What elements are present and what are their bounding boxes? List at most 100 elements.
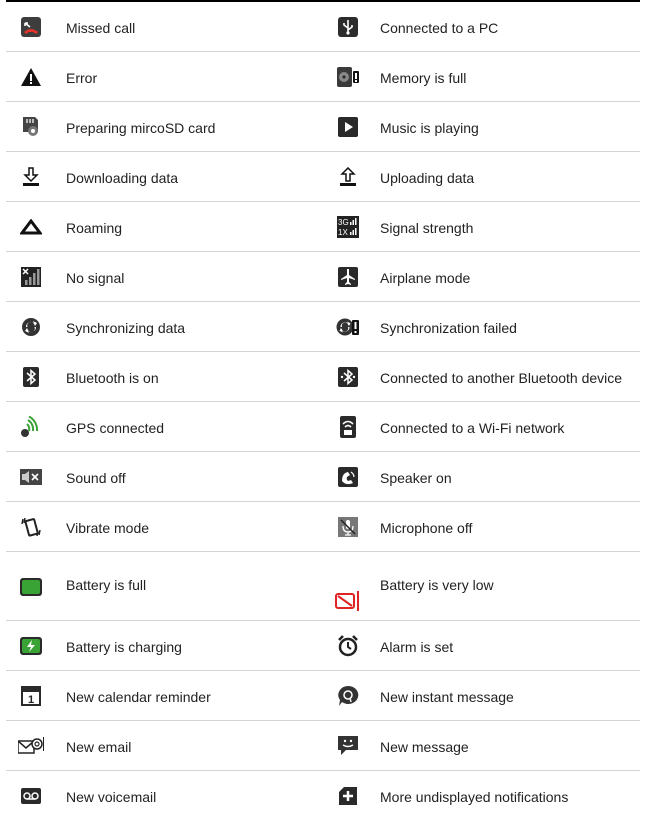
table-row: Sound off Speaker on xyxy=(6,452,640,502)
bluetooth-connected-icon xyxy=(325,352,371,402)
table-cell: Bluetooth is on xyxy=(6,352,323,401)
row-label: Roaming xyxy=(66,220,123,236)
row-label: Preparing mircoSD card xyxy=(66,120,216,136)
table-cell: Connected to another Bluetooth device xyxy=(323,352,640,401)
table-row: 1 New calendar reminder New instant mess… xyxy=(6,671,640,721)
battery-full-icon xyxy=(8,552,54,621)
table-cell: Roaming xyxy=(6,202,323,251)
signal-strength-icon: 3G 1X xyxy=(325,202,371,252)
row-label: Missed call xyxy=(66,20,136,36)
message-icon xyxy=(325,721,371,771)
table-cell: Sound off xyxy=(6,452,323,501)
row-label: Battery is full xyxy=(66,577,147,593)
table-row: No signal Airplane mode xyxy=(6,252,640,302)
sound-off-icon xyxy=(8,452,54,502)
calendar-icon: 1 xyxy=(8,671,54,721)
table-cell: No signal xyxy=(6,252,323,301)
table-row: Battery is full Battery is very low xyxy=(6,552,640,621)
wifi-icon xyxy=(325,402,371,452)
row-label: Synchronizing data xyxy=(66,320,186,336)
table-cell: Battery is full xyxy=(6,552,323,620)
table-cell: Vibrate mode xyxy=(6,502,323,551)
row-label: Connected to another Bluetooth device xyxy=(380,370,623,386)
speaker-icon xyxy=(325,452,371,502)
table-cell: New voicemail xyxy=(6,771,323,821)
sd-card-prepare-icon xyxy=(8,102,54,152)
table-row: Synchronizing data Synchronization faile… xyxy=(6,302,640,352)
table-cell: Speaker on xyxy=(323,452,640,501)
table-cell: Battery is very low xyxy=(323,552,640,620)
table-cell: Connected to a Wi-Fi network xyxy=(323,402,640,451)
table-cell: Airplane mode xyxy=(323,252,640,301)
table-cell: Microphone off xyxy=(323,502,640,551)
table-cell: Synchronizing data xyxy=(6,302,323,351)
battery-charging-icon xyxy=(8,621,54,671)
row-label: Battery is very low xyxy=(380,577,494,593)
row-label: Downloading data xyxy=(66,170,179,186)
table-cell: Battery is charging xyxy=(6,621,323,670)
more-notifications-icon xyxy=(325,771,371,821)
row-label: New email xyxy=(66,739,132,755)
sync-icon xyxy=(8,302,54,352)
memory-full-icon xyxy=(325,52,371,102)
row-label: New voicemail xyxy=(66,789,157,805)
table-cell: Connected to a PC xyxy=(323,2,640,51)
usb-icon xyxy=(325,2,371,52)
table-cell: GPS connected xyxy=(6,402,323,451)
gps-icon xyxy=(8,402,54,452)
bluetooth-icon xyxy=(8,352,54,402)
table-row: Roaming 3G 1X Signal strength xyxy=(6,202,640,252)
table-cell: Downloading data xyxy=(6,152,323,201)
email-icon xyxy=(8,721,54,771)
airplane-icon xyxy=(325,252,371,302)
row-label: Airplane mode xyxy=(380,270,471,286)
row-label: More undisplayed notifications xyxy=(380,789,569,805)
table-cell: 3G 1X Signal strength xyxy=(323,202,640,251)
row-label: Battery is charging xyxy=(66,639,182,655)
row-label: Vibrate mode xyxy=(66,520,150,536)
sync-failed-icon xyxy=(325,302,371,352)
table-row: New voicemail More undisplayed notificat… xyxy=(6,771,640,821)
table-cell: Memory is full xyxy=(323,52,640,101)
row-label: GPS connected xyxy=(66,420,165,436)
music-play-icon xyxy=(325,102,371,152)
notification-icon-table: Missed call Connected to a PC Error Memo… xyxy=(6,0,640,821)
table-cell: Uploading data xyxy=(323,152,640,201)
table-cell: New message xyxy=(323,721,640,770)
no-signal-icon xyxy=(8,252,54,302)
table-cell: Synchronization failed xyxy=(323,302,640,351)
row-label: Connected to a Wi-Fi network xyxy=(380,420,565,436)
row-label: Signal strength xyxy=(380,220,474,236)
table-cell: Alarm is set xyxy=(323,621,640,670)
calendar-day-number: 1 xyxy=(28,694,34,706)
table-cell: 1 New calendar reminder xyxy=(6,671,323,720)
table-cell: Music is playing xyxy=(323,102,640,151)
voicemail-icon xyxy=(8,771,54,821)
table-row: Vibrate mode Microphone off xyxy=(6,502,640,552)
row-label: Speaker on xyxy=(380,470,452,486)
row-label: Memory is full xyxy=(380,70,467,86)
table-row: GPS connected Connected to a Wi-Fi netwo… xyxy=(6,402,640,452)
table-row: Battery is charging Alarm is set xyxy=(6,621,640,671)
row-label: Error xyxy=(66,70,98,86)
table-cell: Missed call xyxy=(6,2,323,51)
roaming-icon xyxy=(8,202,54,252)
row-label: Bluetooth is on xyxy=(66,370,159,386)
missed-call-icon xyxy=(8,2,54,52)
network-badge-1x: 1X xyxy=(338,228,348,237)
table-row: Preparing mircoSD card Music is playing xyxy=(6,102,640,152)
upload-icon xyxy=(325,152,371,202)
row-label: No signal xyxy=(66,270,125,286)
table-row: Bluetooth is on Connected to another Blu… xyxy=(6,352,640,402)
table-cell: Preparing mircoSD card xyxy=(6,102,323,151)
download-icon xyxy=(8,152,54,202)
row-label: Sound off xyxy=(66,470,126,486)
mic-off-icon xyxy=(325,502,371,552)
row-label: New message xyxy=(380,739,469,755)
row-label: Music is playing xyxy=(380,120,479,136)
error-icon xyxy=(8,52,54,102)
table-cell: Error xyxy=(6,52,323,101)
table-row: New email New message xyxy=(6,721,640,771)
table-row: Error Memory is full xyxy=(6,52,640,102)
row-label: Synchronization failed xyxy=(380,320,517,336)
